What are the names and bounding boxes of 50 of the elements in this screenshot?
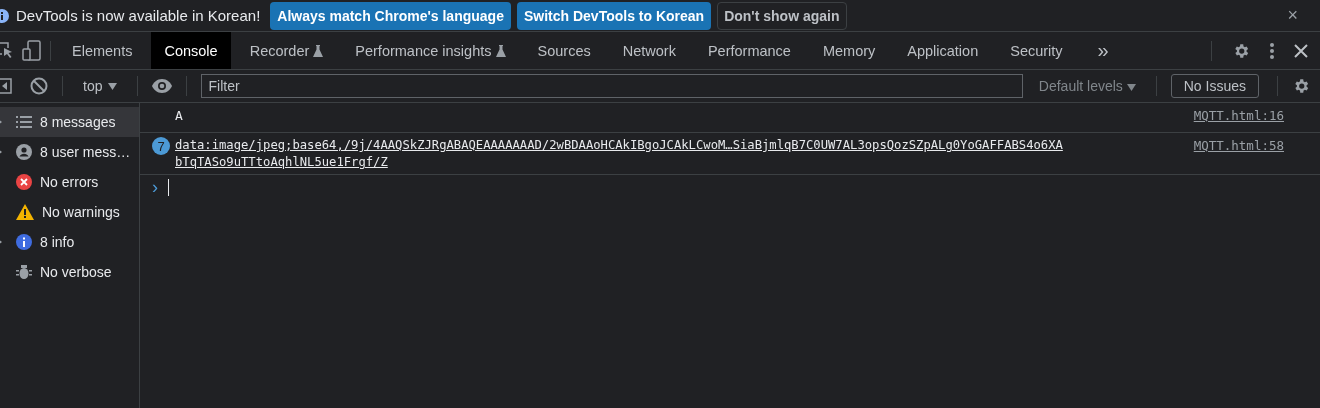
- context-dropdown[interactable]: top: [77, 77, 124, 95]
- sidebar-item[interactable]: No warnings: [0, 197, 139, 227]
- panel-tab[interactable]: Performance insights: [342, 32, 519, 69]
- dropdown-icon: [108, 82, 118, 90]
- eye-icon[interactable]: [152, 79, 173, 93]
- message-link[interactable]: data:image/jpeg;base64,/9j/4AAQSkZJRgABAQEAAAAAAAD/2wBDAAoHCAkIBgoJCAkLCwoM…SiaBjmlqB7C0UW7AL3opsQozSZpALg0YoGAFFABS4o6XA bTqTASo9uTTtoAqhlNL5ue1Frgf/Z: [175, 137, 1194, 171]
- text-cursor: [168, 179, 169, 196]
- infobar-button[interactable]: Switch DevTools to Korean: [516, 1, 712, 30]
- sidebar-item[interactable]: No verbose: [0, 257, 139, 287]
- warning-icon: [16, 204, 34, 220]
- infobar-button[interactable]: Always match Chrome's language: [270, 1, 511, 30]
- panel-tab[interactable]: Console: [151, 32, 231, 69]
- sidebar-item[interactable]: 8 info: [0, 227, 139, 257]
- infobar-message: DevTools is now available in Korean!: [16, 7, 261, 24]
- close-button[interactable]: ×: [1281, 4, 1304, 27]
- panel-tab[interactable]: Elements: [59, 32, 146, 69]
- inspect-icon[interactable]: [0, 41, 14, 60]
- message-text: A: [175, 107, 184, 124]
- user-icon: [16, 144, 32, 160]
- infobar-button[interactable]: Don't show again: [717, 1, 847, 30]
- source-link[interactable]: MQTT.html:58: [1193, 137, 1284, 154]
- prompt-icon: ›: [152, 177, 158, 198]
- close-icon[interactable]: [1294, 43, 1308, 58]
- bug-icon: [16, 264, 32, 280]
- panel-tab[interactable]: Application: [894, 32, 992, 69]
- panel-tab[interactable]: Network: [609, 32, 689, 69]
- info-icon: [16, 234, 32, 250]
- log-levels-dropdown[interactable]: Default levels: [1032, 77, 1142, 95]
- clear-icon[interactable]: [30, 77, 48, 95]
- source-link[interactable]: MQTT.html:16: [1193, 107, 1284, 124]
- flask-icon: [313, 44, 324, 57]
- sidebar-item[interactable]: 8 user mess…: [0, 137, 139, 167]
- device-icon[interactable]: [22, 39, 42, 62]
- list-icon: [16, 115, 32, 129]
- flask-icon: [495, 44, 506, 57]
- filter-field[interactable]: Filter: [201, 74, 1023, 98]
- sidebar-item[interactable]: 8 messages: [0, 107, 139, 137]
- more-tabs-button[interactable]: »: [1091, 38, 1115, 63]
- panel-tab[interactable]: Recorder: [236, 32, 337, 69]
- repeat-count-badge: 7: [152, 137, 170, 155]
- more-options-icon[interactable]: [1270, 42, 1274, 59]
- panel-tab[interactable]: Performance: [694, 32, 804, 69]
- dropdown-icon: [1126, 84, 1136, 91]
- panel-tab[interactable]: Security: [997, 32, 1076, 69]
- panel-tab[interactable]: Sources: [524, 32, 604, 69]
- sidebar-toggle-icon[interactable]: [0, 78, 12, 94]
- issues-button[interactable]: No Issues: [1170, 74, 1259, 98]
- panel-tab[interactable]: Memory: [809, 32, 889, 69]
- error-icon: [16, 174, 32, 190]
- sidebar-item[interactable]: No errors: [0, 167, 139, 197]
